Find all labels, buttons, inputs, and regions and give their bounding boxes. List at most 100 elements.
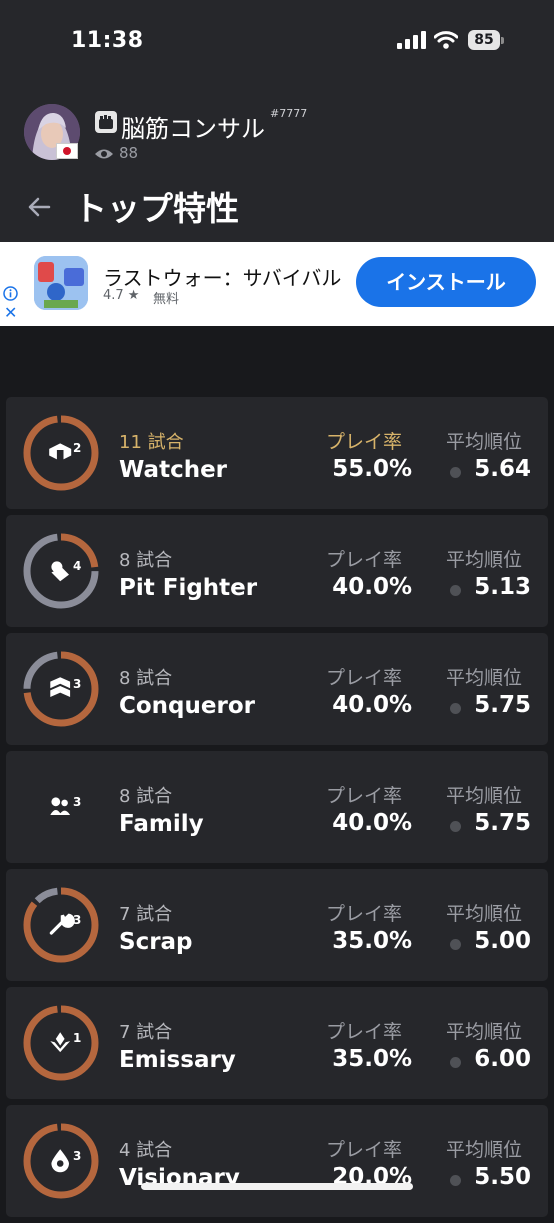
trait-badge: 3 — [23, 1123, 99, 1199]
watcher-icon — [49, 443, 72, 461]
avg-place-value: 5.75 — [474, 810, 531, 836]
trait-badge: 1 — [23, 1005, 99, 1081]
play-rate-label: プレイ率 — [326, 1139, 403, 1161]
cellular-signal-icon — [397, 31, 426, 49]
trait-name: Family — [119, 811, 204, 837]
play-rate-value: 35.0% — [332, 1046, 412, 1072]
placement-dot-icon — [450, 1175, 461, 1186]
ad-title[interactable]: ラストウォー：サバイバル — [103, 262, 341, 291]
view-count: 88 — [119, 144, 139, 162]
avg-place-label: 平均順位 — [446, 549, 523, 571]
trait-row[interactable]: 3 8 試合 Conqueror プレイ率 40.0% 平均順位 5.75 — [6, 633, 548, 745]
trait-row[interactable]: 34 試合 Visionary プレイ率 20.0% 平均順位 5.50 — [6, 1105, 548, 1217]
avg-place-value: 5.13 — [474, 574, 531, 600]
ad-app-icon[interactable] — [34, 256, 88, 310]
trait-name: Scrap — [119, 929, 193, 955]
play-rate-label: プレイ率 — [326, 549, 403, 571]
visionary-icon — [51, 1149, 69, 1173]
avg-place-value: 5.50 — [474, 1164, 531, 1190]
back-arrow-icon[interactable] — [26, 194, 52, 220]
avg-place-value: 6.00 — [474, 1046, 531, 1072]
ad-info-icon[interactable] — [3, 286, 18, 301]
play-rate-value: 35.0% — [332, 928, 412, 954]
status-bar: 11:38 85 — [0, 0, 554, 80]
ad-close-icon[interactable]: ✕ — [4, 305, 17, 321]
trait-name: Watcher — [119, 457, 228, 483]
emissary-icon — [50, 1032, 71, 1053]
games-count: 7 試合 — [119, 1022, 173, 1043]
family-icon — [50, 797, 71, 815]
pit-fighter-icon — [51, 561, 69, 582]
avg-place-value: 5.00 — [474, 928, 531, 954]
trait-tier: 3 — [73, 913, 81, 927]
games-count: 4 試合 — [119, 1140, 173, 1161]
japan-flag-icon — [56, 143, 78, 159]
placement-dot-icon — [450, 821, 461, 832]
trait-name: Conqueror — [119, 693, 255, 719]
trait-tier: 3 — [73, 1149, 81, 1163]
avg-place-label: 平均順位 — [446, 431, 523, 453]
status-time: 11:38 — [71, 28, 144, 53]
play-rate-label: プレイ率 — [326, 667, 403, 689]
placement-dot-icon — [450, 939, 461, 950]
avg-place-value: 5.64 — [474, 456, 531, 482]
page-title: トップ特性 — [74, 189, 239, 228]
avg-place-label: 平均順位 — [446, 903, 523, 925]
placement-dot-icon — [450, 467, 461, 478]
trait-name: Pit Fighter — [119, 575, 258, 601]
games-count: 11 試合 — [119, 432, 184, 453]
battery-icon: 85 — [468, 30, 504, 52]
trait-list: 2 11 試合 Watcher プレイ率 55.0% 平均順位 5.64 4 8 試合 Pit F… — [6, 397, 548, 1223]
ad-rating: 4.7 ★ — [103, 288, 140, 303]
trait-row[interactable]: 3 7 試合 Scrap プレイ率 35.0% 平均順位 5.00 — [6, 869, 548, 981]
trait-row[interactable]: 2 11 試合 Watcher プレイ率 55.0% 平均順位 5.64 — [6, 397, 548, 509]
play-rate-value: 40.0% — [332, 810, 412, 836]
scrap-icon — [49, 913, 75, 935]
battery-tip — [501, 37, 504, 44]
play-rate-value: 55.0% — [332, 456, 412, 482]
eye-icon — [95, 149, 113, 159]
install-button[interactable]: インストール — [356, 257, 536, 307]
avg-place-label: 平均順位 — [446, 1021, 523, 1043]
trait-badge: 2 — [23, 415, 99, 491]
trait-badge: 3 — [50, 795, 81, 815]
placement-dot-icon — [450, 703, 461, 714]
trait-badge: 4 — [23, 533, 99, 609]
play-rate-label: プレイ率 — [326, 431, 403, 453]
play-rate-label: プレイ率 — [326, 785, 403, 807]
player-tag: #7777 — [270, 107, 308, 120]
games-count: 8 試合 — [119, 786, 173, 807]
play-rate-label: プレイ率 — [326, 903, 403, 925]
play-rate-value: 40.0% — [332, 692, 412, 718]
trait-tier: 3 — [73, 795, 81, 809]
wifi-icon — [434, 31, 458, 49]
avg-place-value: 5.75 — [474, 692, 531, 718]
trait-row[interactable]: 3 8 試合 Family プレイ率 40.0% 平均順位 5.75 — [6, 751, 548, 863]
trait-tier: 3 — [73, 677, 81, 691]
trait-tier: 2 — [73, 441, 81, 455]
conqueror-icon — [50, 677, 71, 697]
avg-place-label: 平均順位 — [446, 1139, 523, 1161]
trait-name: Emissary — [119, 1047, 236, 1073]
trait-tier: 4 — [73, 559, 81, 573]
avg-place-label: 平均順位 — [446, 667, 523, 689]
riot-fist-icon — [95, 111, 117, 133]
trait-badge: 3 — [23, 887, 99, 963]
ad-banner[interactable]: ラストウォー：サバイバル 4.7 ★ 無料 ✕ インストール — [0, 242, 554, 326]
games-count: 8 試合 — [119, 550, 173, 571]
home-indicator[interactable] — [141, 1183, 413, 1190]
placement-dot-icon — [450, 585, 461, 596]
profile-header: 脳筋コンサル #7777 88 トップ特性 — [0, 80, 554, 242]
play-rate-value: 40.0% — [332, 574, 412, 600]
trait-row[interactable]: 4 8 試合 Pit Fighter プレイ率 40.0% 平均順位 5.13 — [6, 515, 548, 627]
trait-tier: 1 — [73, 1031, 81, 1045]
trait-badge: 3 — [23, 651, 99, 727]
trait-row[interactable]: 1 7 試合 Emissary プレイ率 35.0% 平均順位 6.00 — [6, 987, 548, 1099]
placement-dot-icon — [450, 1057, 461, 1068]
battery-level: 85 — [468, 30, 500, 50]
avg-place-label: 平均順位 — [446, 785, 523, 807]
play-rate-label: プレイ率 — [326, 1021, 403, 1043]
player-name: 脳筋コンサル — [121, 115, 265, 143]
games-count: 8 試合 — [119, 668, 173, 689]
games-count: 7 試合 — [119, 904, 173, 925]
